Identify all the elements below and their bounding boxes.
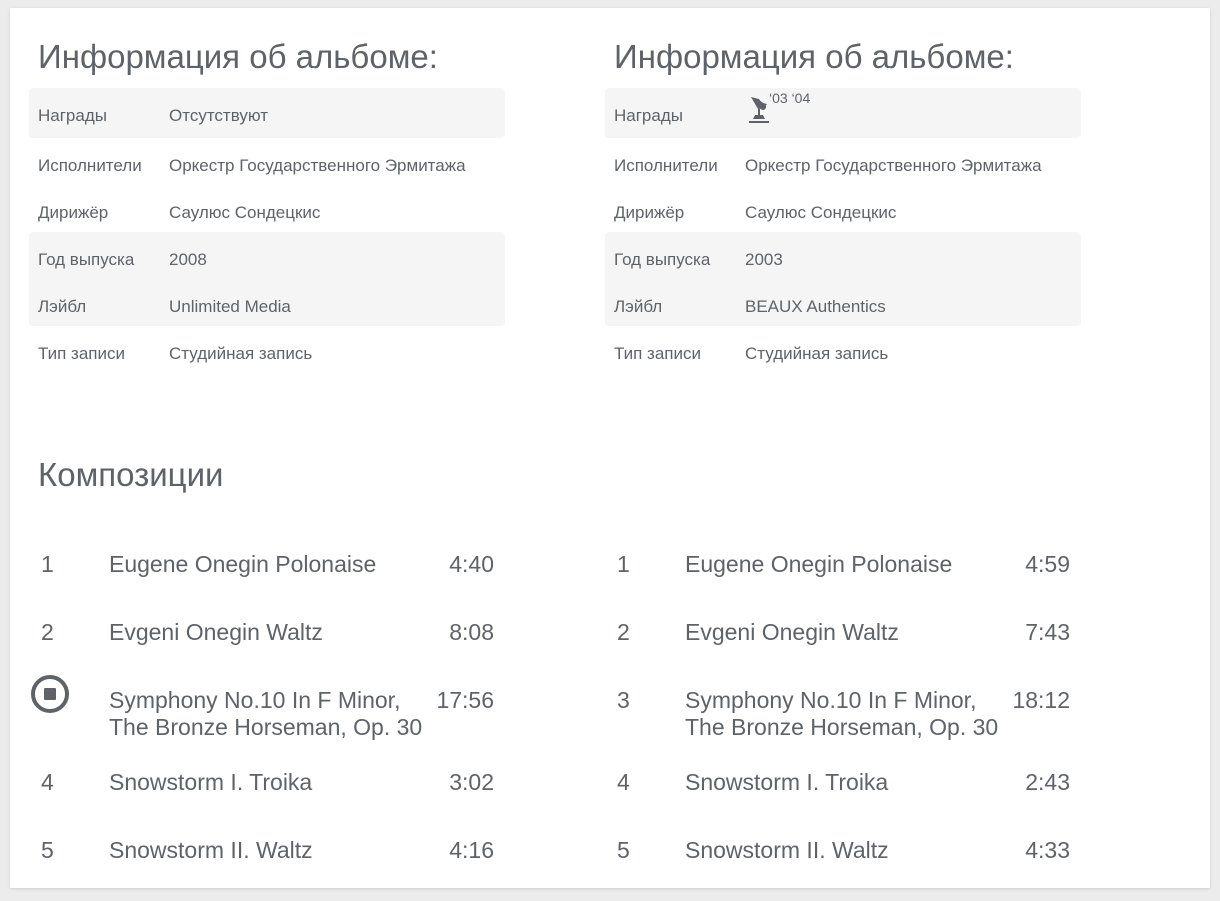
info-label: Лэйбл	[38, 297, 87, 316]
track-title: Evgeni Onegin Waltz	[685, 619, 899, 645]
tracks-section-title: Композиции	[38, 456, 224, 493]
album-info-title: Информация об альбоме:	[38, 38, 438, 75]
track-duration: 4:33	[1025, 837, 1070, 863]
track-title: Symphony No.10 In F Minor, The Bronze Ho…	[109, 687, 423, 740]
info-value: Саулюс Сондецкис	[745, 203, 897, 222]
album-comparison-card: Информация об альбоме: Награды Отсутству…	[10, 8, 1210, 888]
info-row-year: Год выпуска 2003	[605, 232, 1081, 279]
track-row[interactable]: 1 Eugene Onegin Polonaise 4:40	[29, 551, 509, 591]
info-row-label: Лэйбл Unlimited Media	[29, 279, 505, 326]
stop-circle-icon[interactable]	[31, 675, 69, 713]
info-label: Лэйбл	[614, 297, 663, 316]
info-label: Награды	[38, 106, 107, 125]
info-value: Оркестр Государственного Эрмитажа	[169, 156, 466, 175]
info-row-conductor: Дирижёр Саулюс Сондецкис	[29, 185, 505, 232]
info-row-performers: Исполнители Оркестр Государственного Эрм…	[605, 138, 1081, 185]
info-row-label: Лэйбл BEAUX Authentics	[605, 279, 1081, 326]
track-title: Eugene Onegin Polonaise	[109, 551, 377, 577]
track-title: Snowstorm I. Troika	[109, 769, 313, 795]
track-number: 1	[41, 551, 54, 577]
info-row-awards: Награды Отсутствуют	[29, 88, 505, 138]
track-number: 5	[617, 837, 630, 863]
info-label: Исполнители	[614, 156, 718, 175]
album-info-table: Награды Отсутствуют Исполнители Оркестр …	[29, 88, 505, 373]
track-title: Symphony No.10 In F Minor, The Bronze Ho…	[685, 687, 999, 740]
track-duration: 4:16	[449, 837, 494, 863]
track-duration: 4:40	[449, 551, 494, 577]
award-years: ‘03 ‘04	[769, 90, 811, 106]
track-number: 2	[617, 619, 630, 645]
info-value: 2008	[169, 250, 207, 269]
info-row-recording-type: Тип записи Студийная запись	[605, 326, 1081, 373]
track-title: Snowstorm II. Waltz	[109, 837, 313, 863]
track-duration: 17:56	[436, 687, 494, 713]
track-number: 4	[617, 769, 630, 795]
info-value: Студийная запись	[745, 344, 889, 363]
track-number: 4	[41, 769, 54, 795]
info-label: Тип записи	[38, 344, 126, 363]
info-value: Саулюс Сондецкис	[169, 203, 321, 222]
info-label: Дирижёр	[38, 203, 109, 222]
info-row-awards: Награды ‘03 ‘04	[605, 88, 1081, 138]
track-row[interactable]: 5 Snowstorm II. Waltz 4:16	[29, 837, 509, 877]
track-row[interactable]: 3 Symphony No.10 In F Minor, The Bronze …	[605, 687, 1085, 747]
info-value: BEAUX Authentics	[745, 297, 886, 316]
track-duration: 18:12	[1012, 687, 1070, 713]
info-value: Студийная запись	[169, 344, 313, 363]
track-number: 3	[617, 687, 630, 713]
info-row-year: Год выпуска 2008	[29, 232, 505, 279]
track-row[interactable]: 2 Evgeni Onegin Waltz 7:43	[605, 619, 1085, 659]
track-number: 2	[41, 619, 54, 645]
info-label: Тип записи	[614, 344, 702, 363]
info-label: Год выпуска	[38, 250, 135, 269]
info-label: Исполнители	[38, 156, 142, 175]
info-value: Unlimited Media	[169, 297, 291, 316]
info-value: Оркестр Государственного Эрмитажа	[745, 156, 1042, 175]
info-row-recording-type: Тип записи Студийная запись	[29, 326, 505, 373]
info-label: Дирижёр	[614, 203, 685, 222]
track-number: 1	[617, 551, 630, 577]
track-title: Evgeni Onegin Waltz	[109, 619, 323, 645]
info-row-performers: Исполнители Оркестр Государственного Эрм…	[29, 138, 505, 185]
info-value: Отсутствуют	[169, 106, 269, 125]
track-duration: 7:43	[1025, 619, 1070, 645]
info-label: Награды	[614, 106, 683, 125]
track-row[interactable]: 2 Evgeni Onegin Waltz 8:08	[29, 619, 509, 659]
track-duration: 2:43	[1025, 769, 1070, 795]
track-number: 5	[41, 837, 54, 863]
album-info-table: Награды ‘03 ‘04 Исполнители Оркестр Госу…	[605, 88, 1081, 373]
track-title: Snowstorm I. Troika	[685, 769, 889, 795]
info-row-conductor: Дирижёр Саулюс Сондецкис	[605, 185, 1081, 232]
track-row[interactable]: 4 Snowstorm I. Troika 3:02	[29, 769, 509, 809]
track-row-playing[interactable]: Symphony No.10 In F Minor, The Bronze Ho…	[29, 675, 509, 747]
track-row[interactable]: 5 Snowstorm II. Waltz 4:33	[605, 837, 1085, 877]
album-info-title: Информация об альбоме:	[614, 38, 1014, 75]
info-value: 2003	[745, 250, 783, 269]
track-row[interactable]: 4 Snowstorm I. Troika 2:43	[605, 769, 1085, 809]
track-duration: 3:02	[449, 769, 494, 795]
info-label: Год выпуска	[614, 250, 711, 269]
track-title: Snowstorm II. Waltz	[685, 837, 889, 863]
track-duration: 8:08	[449, 619, 494, 645]
track-duration: 4:59	[1025, 551, 1070, 577]
track-row[interactable]: 1 Eugene Onegin Polonaise 4:59	[605, 551, 1085, 591]
track-title: Eugene Onegin Polonaise	[685, 551, 953, 577]
